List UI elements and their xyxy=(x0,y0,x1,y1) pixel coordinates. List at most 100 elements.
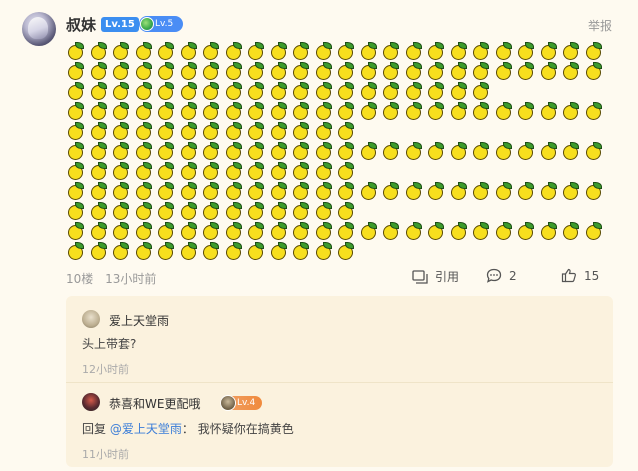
post-time: 13小时前 xyxy=(105,272,157,286)
lemon-emoji-icon xyxy=(201,160,224,180)
lemon-emoji-icon xyxy=(426,40,449,60)
lemon-emoji-icon xyxy=(201,100,224,120)
lemon-emoji-icon xyxy=(156,60,179,80)
lemon-emoji-icon xyxy=(404,40,427,60)
lemon-row xyxy=(66,40,606,60)
lemon-emoji-icon xyxy=(516,180,539,200)
lemon-emoji-icon xyxy=(471,220,494,240)
like-button[interactable]: 15 xyxy=(561,268,599,283)
lemon-emoji-icon xyxy=(426,180,449,200)
lemon-emoji-icon xyxy=(561,220,584,240)
lemon-emoji-icon xyxy=(404,60,427,80)
lemon-emoji-icon xyxy=(224,120,247,140)
lemon-emoji-icon xyxy=(426,100,449,120)
lemon-emoji-icon xyxy=(111,220,134,240)
lemon-emoji-icon xyxy=(246,160,269,180)
lemon-emoji-icon xyxy=(359,40,382,60)
lemon-emoji-icon xyxy=(156,100,179,120)
lemon-emoji-icon xyxy=(291,60,314,80)
lemon-emoji-icon xyxy=(269,100,292,120)
reply-avatar[interactable] xyxy=(82,310,100,328)
lemon-emoji-icon xyxy=(156,240,179,260)
reply-avatar[interactable] xyxy=(82,393,100,411)
lemon-emoji-icon xyxy=(449,180,472,200)
reply-username[interactable]: 恭喜和WE更配哦 xyxy=(109,395,200,412)
lemon-emoji-icon xyxy=(156,140,179,160)
reply-username[interactable]: 爱上天堂雨 xyxy=(109,312,169,329)
lemon-emoji-icon xyxy=(269,120,292,140)
lemon-emoji-icon xyxy=(359,220,382,240)
lemon-emoji-icon xyxy=(539,140,562,160)
lemon-emoji-icon xyxy=(381,40,404,60)
lemon-row xyxy=(66,60,606,80)
level-badge: Lv.15 xyxy=(101,17,139,32)
lemon-emoji-icon xyxy=(179,200,202,220)
reply-text: 回复 @爱上天堂雨： 我怀疑你在搞黄色 xyxy=(82,420,294,437)
lemon-emoji-icon xyxy=(246,180,269,200)
lemon-emoji-icon xyxy=(156,160,179,180)
lemon-emoji-icon xyxy=(471,100,494,120)
report-button[interactable]: 举报 xyxy=(588,17,612,34)
lemon-emoji-icon xyxy=(156,80,179,100)
lemon-emoji-icon xyxy=(561,60,584,80)
comment-count: 2 xyxy=(509,268,517,283)
lemon-emoji-icon xyxy=(516,140,539,160)
lemon-emoji-icon xyxy=(134,120,157,140)
reply-list: 爱上天堂雨 头上带套? 12小时前 恭喜和WE更配哦 Lv.4 回复 @爱上天堂… xyxy=(66,296,613,467)
user-avatar[interactable] xyxy=(22,12,56,46)
lemon-emoji-icon xyxy=(291,120,314,140)
lemon-emoji-icon xyxy=(201,240,224,260)
lemon-emoji-icon xyxy=(381,100,404,120)
lemon-emoji-icon xyxy=(224,40,247,60)
lemon-emoji-icon xyxy=(224,240,247,260)
lemon-emoji-icon xyxy=(426,60,449,80)
lemon-row xyxy=(66,80,606,100)
lemon-emoji-icon xyxy=(314,80,337,100)
lemon-emoji-icon xyxy=(179,220,202,240)
lemon-emoji-icon xyxy=(561,140,584,160)
lemon-emoji-icon xyxy=(336,200,359,220)
lemon-row xyxy=(66,200,606,220)
lemon-emoji-icon xyxy=(89,160,112,180)
lemon-emoji-icon xyxy=(156,220,179,240)
lemon-emoji-icon xyxy=(134,160,157,180)
lemon-emoji-icon xyxy=(66,160,89,180)
lemon-row xyxy=(66,100,606,120)
lemon-emoji-icon xyxy=(291,80,314,100)
lemon-emoji-icon xyxy=(336,80,359,100)
reply-time: 11小时前 xyxy=(82,448,129,461)
reply-text: 头上带套? xyxy=(82,337,137,351)
lemon-emoji-icon xyxy=(179,240,202,260)
lemon-emoji-icon xyxy=(471,80,494,100)
reply-prefix: 回复 xyxy=(82,422,107,436)
post-username[interactable]: 叔妹 xyxy=(66,14,96,35)
lemon-emoji-icon xyxy=(224,160,247,180)
lemon-emoji-icon xyxy=(269,60,292,80)
lemon-emoji-icon xyxy=(201,120,224,140)
lemon-emoji-icon xyxy=(66,60,89,80)
lemon-emoji-icon xyxy=(66,180,89,200)
lemon-emoji-icon xyxy=(359,100,382,120)
lemon-row xyxy=(66,120,606,140)
lemon-emoji-icon xyxy=(134,100,157,120)
lemon-emoji-icon xyxy=(494,100,517,120)
quote-button[interactable]: 引用 xyxy=(412,268,459,285)
quote-label: 引用 xyxy=(435,270,460,284)
lemon-emoji-icon xyxy=(224,200,247,220)
secondary-level-badge: Lv.5 xyxy=(139,16,183,32)
lemon-emoji-icon xyxy=(134,240,157,260)
lemon-emoji-icon xyxy=(336,220,359,240)
comment-button[interactable]: 2 xyxy=(486,268,517,283)
reply-level-text: Lv.4 xyxy=(237,398,256,408)
lemon-emoji-icon xyxy=(179,80,202,100)
lemon-emoji-icon xyxy=(224,220,247,240)
lemon-emoji-icon xyxy=(404,140,427,160)
lemon-emoji-icon xyxy=(584,140,607,160)
lemon-emoji-icon xyxy=(471,60,494,80)
mention-link[interactable]: @爱上天堂雨 xyxy=(110,422,182,436)
lemon-emoji-icon xyxy=(89,120,112,140)
lemon-emoji-icon xyxy=(66,100,89,120)
lemon-emoji-icon xyxy=(179,40,202,60)
lemon-emoji-icon xyxy=(359,60,382,80)
lemon-emoji-icon xyxy=(66,220,89,240)
